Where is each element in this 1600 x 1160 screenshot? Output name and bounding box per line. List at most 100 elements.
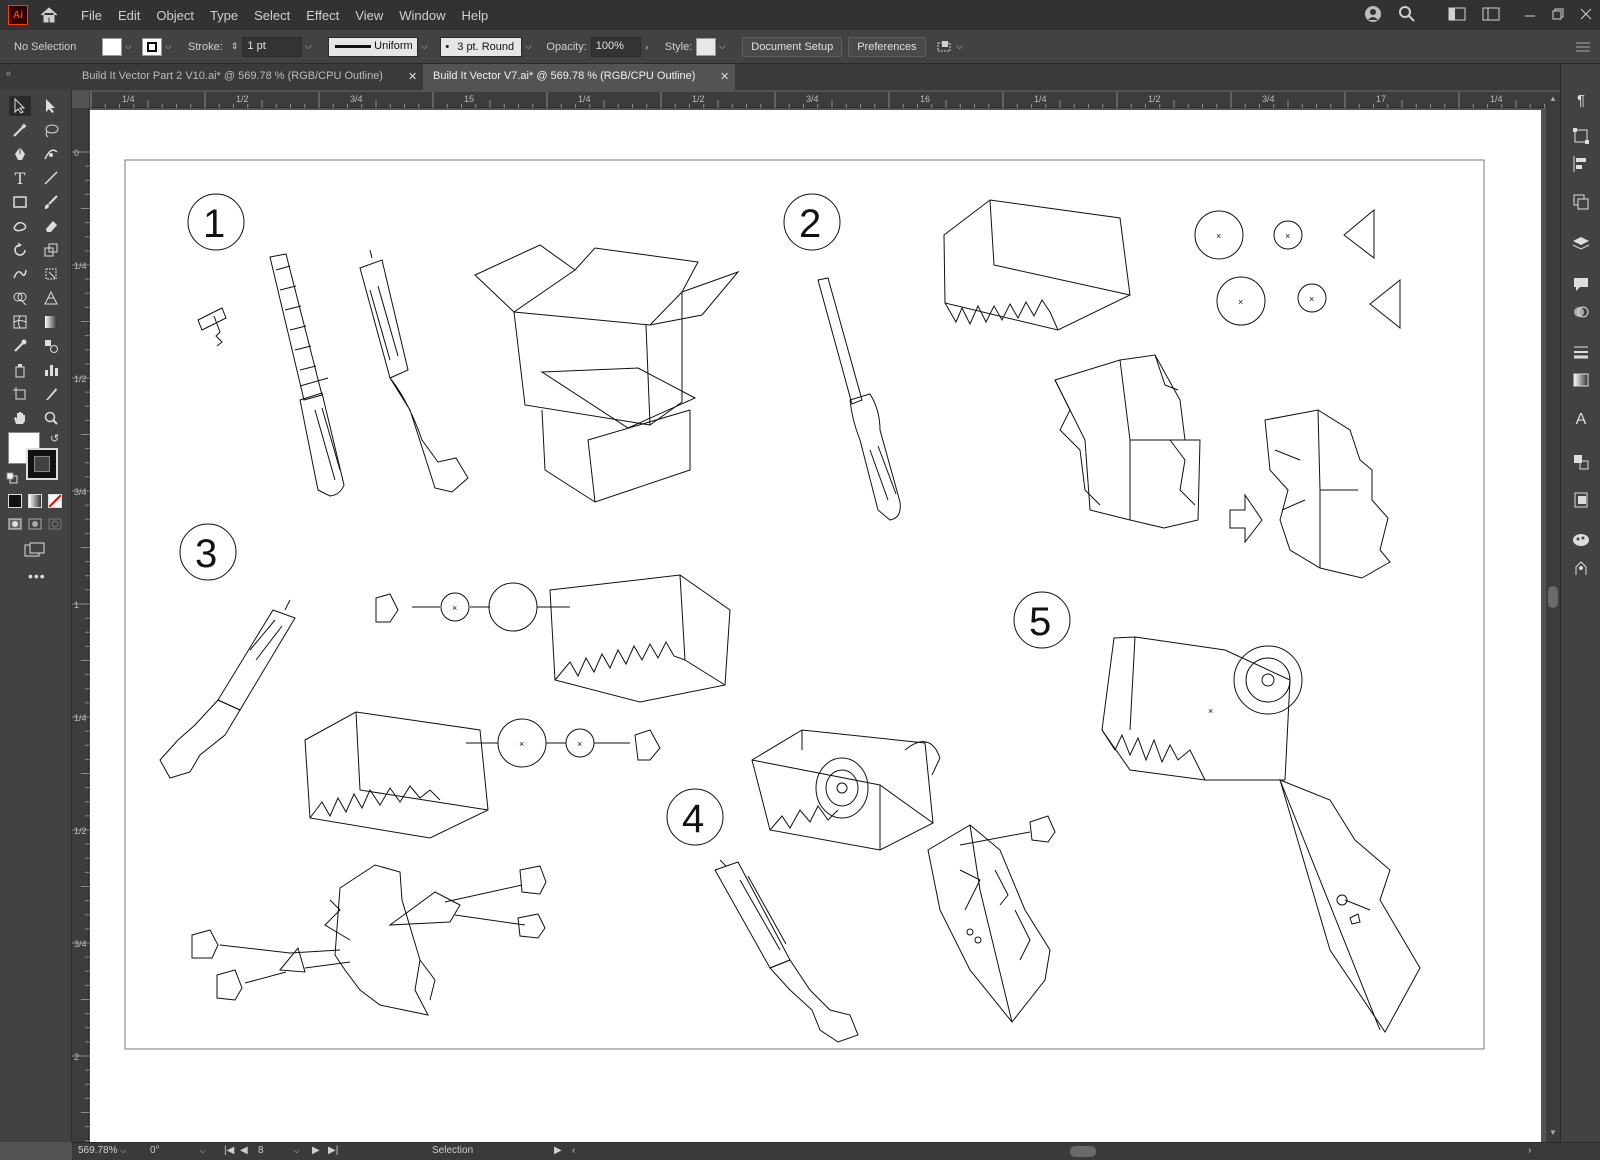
step-1-group[interactable]: 1 <box>187 193 740 503</box>
preferences-button[interactable]: Preferences <box>848 36 926 57</box>
stroke-panel-icon[interactable] <box>1570 342 1592 362</box>
artboard[interactable]: 1 2 × × × × 3 × × × 4 5 × <box>90 110 1541 1142</box>
opacity-field[interactable]: 100% › <box>590 36 653 57</box>
rotation-field[interactable]: 0° ⌵ <box>150 1145 206 1156</box>
pathfinder-panel-icon[interactable] <box>1570 192 1592 212</box>
none-mode-icon[interactable] <box>48 494 62 508</box>
eraser-tool-icon[interactable] <box>40 216 62 236</box>
transform-panel-icon[interactable] <box>1570 126 1592 146</box>
free-transform-tool-icon[interactable] <box>40 264 62 284</box>
fill-swatch[interactable]: ⌵ <box>102 37 134 56</box>
comments-panel-icon[interactable] <box>1570 274 1592 294</box>
symbol-sprayer-tool-icon[interactable] <box>9 360 31 380</box>
gradient-mode-icon[interactable] <box>28 494 42 508</box>
tab-v7[interactable]: Build It Vector V7.ai* @ 569.78 % (RGB/C… <box>423 64 735 90</box>
scroll-down-icon[interactable]: ▼ <box>1549 1128 1557 1137</box>
links-panel-icon[interactable] <box>1570 490 1592 510</box>
color-mode-icon[interactable] <box>8 494 22 508</box>
first-artboard-icon[interactable]: |◀ <box>224 1145 234 1156</box>
pen-tool-icon[interactable] <box>9 144 31 164</box>
gradient-tool-icon[interactable] <box>40 312 62 332</box>
status-menu-icon[interactable]: ▶ <box>554 1145 562 1156</box>
horizontal-scroll-thumb[interactable] <box>1070 1146 1096 1157</box>
account-icon[interactable] <box>1364 5 1382 26</box>
step-3-group[interactable]: 3 × × × <box>159 523 731 1016</box>
align-options-icon[interactable]: ⌵ <box>936 39 966 55</box>
artboard-tool-icon[interactable] <box>9 384 31 404</box>
align-panel-icon[interactable] <box>1570 154 1592 174</box>
eyedropper-tool-icon[interactable] <box>9 336 31 356</box>
artboard-number-field[interactable]: 8 ⌵ <box>258 1145 308 1156</box>
document-canvas[interactable]: 1 2 × × × × 3 × × × 4 5 × <box>89 108 1542 1142</box>
curvature-tool-icon[interactable] <box>40 144 62 164</box>
draw-normal-icon[interactable] <box>8 518 22 530</box>
rotate-tool-icon[interactable] <box>9 240 31 260</box>
home-icon[interactable] <box>38 5 60 25</box>
menu-file[interactable]: File <box>78 6 105 25</box>
paragraph-panel-icon[interactable]: ¶ <box>1570 90 1592 110</box>
scale-tool-icon[interactable] <box>40 240 62 260</box>
perspective-grid-tool-icon[interactable] <box>40 288 62 308</box>
stroke-weight-field[interactable]: ⇕ 1 pt ⌵ <box>231 36 315 57</box>
variable-width-profile[interactable]: Uniform ⌵ <box>328 36 430 57</box>
brush-definition[interactable]: • 3 pt. Round ⌵ <box>440 36 534 57</box>
hand-tool-icon[interactable] <box>9 408 31 428</box>
blend-tool-icon[interactable] <box>40 336 62 356</box>
stroke-swatch[interactable]: ⌵ <box>142 37 174 56</box>
workspace-icon[interactable] <box>1448 7 1466 24</box>
zoom-field[interactable]: 569.78% ⌵ <box>78 1145 126 1156</box>
menu-view[interactable]: View <box>352 6 386 25</box>
stroke-color-swatch[interactable] <box>26 448 58 480</box>
graphic-style-swatch[interactable]: ⌵ <box>696 37 728 56</box>
tab-close-icon[interactable]: ✕ <box>408 70 417 83</box>
appearance-panel-icon[interactable] <box>1570 302 1592 322</box>
document-setup-button[interactable]: Document Setup <box>742 36 843 57</box>
menu-type[interactable]: Type <box>207 6 241 25</box>
scroll-right-icon[interactable]: › <box>1528 1145 1531 1156</box>
menu-select[interactable]: Select <box>251 6 293 25</box>
draw-inside-icon[interactable] <box>48 518 62 530</box>
character-panel-icon[interactable]: A <box>1570 410 1592 430</box>
minimize-icon[interactable] <box>1524 8 1536 23</box>
swap-fill-stroke-icon[interactable]: ↺ <box>50 432 59 445</box>
tab-part2-v10[interactable]: Build It Vector Part 2 V10.ai* @ 569.78 … <box>72 64 420 90</box>
slice-tool-icon[interactable] <box>40 384 62 404</box>
shape-builder-tool-icon[interactable] <box>9 288 31 308</box>
shaper-tool-icon[interactable] <box>9 216 31 236</box>
screen-mode-icon[interactable] <box>24 542 46 558</box>
column-graph-tool-icon[interactable] <box>40 360 62 380</box>
scroll-left-icon[interactable]: ‹ <box>572 1145 575 1156</box>
color-guide-panel-icon[interactable] <box>1570 530 1592 550</box>
menu-edit[interactable]: Edit <box>115 6 143 25</box>
libraries-panel-icon[interactable] <box>1570 558 1592 578</box>
rectangle-tool-icon[interactable] <box>9 192 31 212</box>
type-tool-icon[interactable]: T <box>9 168 31 188</box>
selection-tool-icon[interactable] <box>9 96 31 116</box>
close-icon[interactable] <box>1580 8 1592 23</box>
lasso-tool-icon[interactable] <box>40 120 62 140</box>
artboards-panel-icon[interactable] <box>1570 452 1592 472</box>
menu-help[interactable]: Help <box>458 6 491 25</box>
line-segment-tool-icon[interactable] <box>40 168 62 188</box>
zoom-tool-icon[interactable] <box>40 408 62 428</box>
step-2-group[interactable]: 2 × × × × <box>783 193 1401 579</box>
vertical-scrollbar[interactable]: ▲ ▼ <box>1546 92 1560 1142</box>
scroll-up-icon[interactable]: ▲ <box>1549 94 1557 103</box>
arrange-icon[interactable] <box>1482 7 1500 24</box>
previous-artboard-icon[interactable]: ◀ <box>240 1145 248 1156</box>
direct-selection-tool-icon[interactable] <box>40 96 62 116</box>
panel-options-icon[interactable] <box>1576 41 1590 53</box>
collapse-toolbar-icon[interactable]: « <box>6 68 11 78</box>
menu-object[interactable]: Object <box>153 6 197 25</box>
gradient-panel-icon[interactable] <box>1570 370 1592 390</box>
layers-panel-icon[interactable] <box>1570 234 1592 254</box>
menu-window[interactable]: Window <box>396 6 448 25</box>
magic-wand-tool-icon[interactable] <box>9 120 31 140</box>
step-4-group[interactable]: 4 <box>666 729 1056 1043</box>
default-colors-icon[interactable] <box>6 472 18 484</box>
vertical-scroll-thumb[interactable] <box>1548 586 1558 608</box>
menu-effect[interactable]: Effect <box>303 6 342 25</box>
warp-tool-icon[interactable] <box>9 264 31 284</box>
step-5-group[interactable]: 5 × <box>1013 591 1421 1033</box>
restore-icon[interactable] <box>1552 8 1564 23</box>
